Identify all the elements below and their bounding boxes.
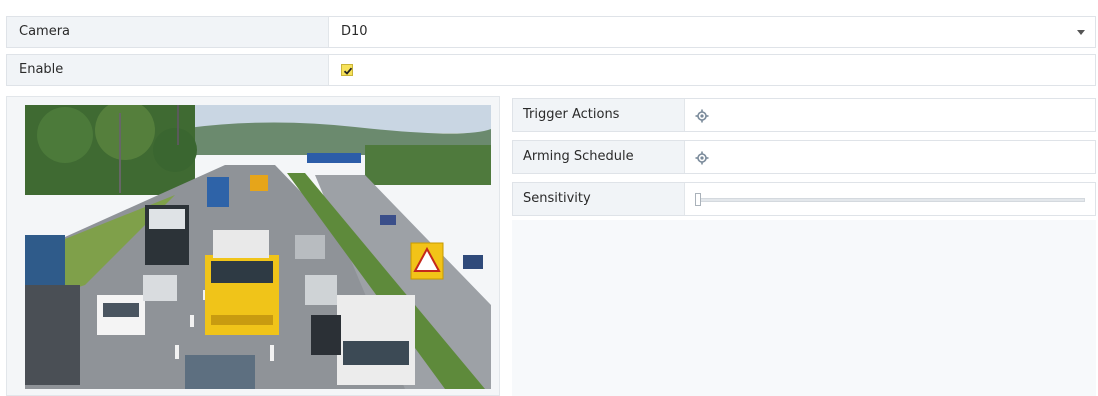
chevron-down-icon[interactable] — [1077, 30, 1085, 35]
sensitivity-slider-track[interactable] — [695, 198, 1085, 202]
camera-preview-image — [25, 105, 491, 389]
camera-select[interactable]: D10 — [329, 17, 1095, 47]
enable-row: Enable — [6, 54, 1096, 86]
arming-schedule-label: Arming Schedule — [513, 141, 685, 173]
camera-value: D10 — [341, 24, 368, 39]
camera-row: Camera D10 — [6, 16, 1096, 48]
side-panel-area — [512, 220, 1096, 396]
trigger-actions-label: Trigger Actions — [513, 99, 685, 131]
trigger-actions-row: Trigger Actions — [512, 98, 1096, 132]
enable-label: Enable — [7, 55, 329, 85]
camera-preview — [6, 96, 500, 396]
arming-schedule-row: Arming Schedule — [512, 140, 1096, 174]
gear-icon[interactable] — [695, 109, 709, 123]
camera-label: Camera — [7, 17, 329, 47]
enable-checkbox[interactable] — [341, 64, 353, 76]
enable-cell — [329, 55, 1095, 85]
checkmark-icon — [343, 67, 353, 75]
gear-icon[interactable] — [695, 151, 709, 165]
sensitivity-label: Sensitivity — [513, 183, 685, 215]
sensitivity-row: Sensitivity — [512, 182, 1096, 216]
sensitivity-slider-thumb[interactable] — [695, 193, 701, 206]
